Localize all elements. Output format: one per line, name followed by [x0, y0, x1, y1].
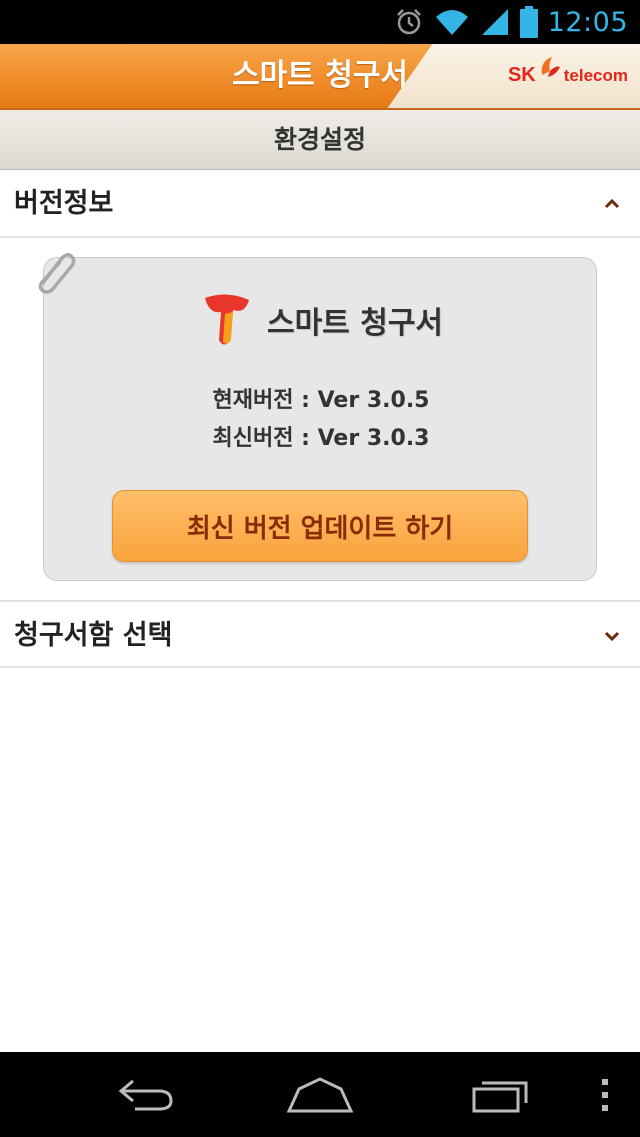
status-bar: 12:05	[0, 0, 640, 44]
brand-sk: SK	[507, 64, 536, 86]
wifi-icon	[435, 10, 468, 35]
menu-icon	[602, 1078, 608, 1111]
home-icon	[286, 1076, 354, 1112]
recent-apps-button[interactable]	[455, 1052, 545, 1137]
alarm-icon	[396, 9, 421, 35]
settings-header: 환경설정	[0, 110, 640, 170]
home-button[interactable]	[275, 1052, 365, 1137]
signal-icon	[481, 9, 508, 35]
logo-text: 스마트 청구서	[266, 306, 444, 341]
current-version: 현재버전 : Ver 3.0.5	[212, 388, 430, 413]
latest-version: 최신버전 : Ver 3.0.3	[212, 426, 430, 451]
t-logo-icon	[204, 294, 249, 345]
version-card: 스마트 청구서 현재버전 : Ver 3.0.5 최신버전 : Ver 3.0.…	[43, 257, 597, 581]
section-version-info[interactable]: 버전정보	[0, 170, 640, 238]
brand-telecom: telecom	[563, 65, 628, 85]
section-version-info-label: 버전정보	[14, 188, 114, 219]
clock-time: 12:05	[547, 6, 628, 38]
battery-icon	[519, 6, 538, 38]
chevron-up-icon[interactable]	[602, 194, 622, 214]
app-logo: 스마트 청구서	[44, 290, 598, 350]
section-bill-box[interactable]: 청구서함 선택	[0, 600, 640, 668]
sk-telecom-logo: SK telecom	[507, 56, 628, 87]
page-title: 환경설정	[273, 125, 366, 154]
chevron-down-icon[interactable]	[602, 626, 622, 646]
menu-button[interactable]	[585, 1052, 625, 1137]
section-bill-box-label: 청구서함 선택	[14, 620, 173, 651]
navigation-bar	[0, 1052, 640, 1137]
back-button[interactable]	[100, 1052, 190, 1137]
paperclip-icon	[38, 253, 76, 294]
sk-butterfly-icon	[541, 56, 560, 77]
app-header: 스마트 청구서 SK telecom	[0, 44, 640, 110]
back-icon	[118, 1079, 173, 1110]
update-button[interactable]: 최신 버전 업데이트 하기	[112, 490, 528, 562]
brand-tab: SK telecom	[450, 44, 640, 108]
recent-apps-icon	[472, 1081, 528, 1112]
update-button-label: 최신 버전 업데이트 하기	[186, 513, 454, 544]
